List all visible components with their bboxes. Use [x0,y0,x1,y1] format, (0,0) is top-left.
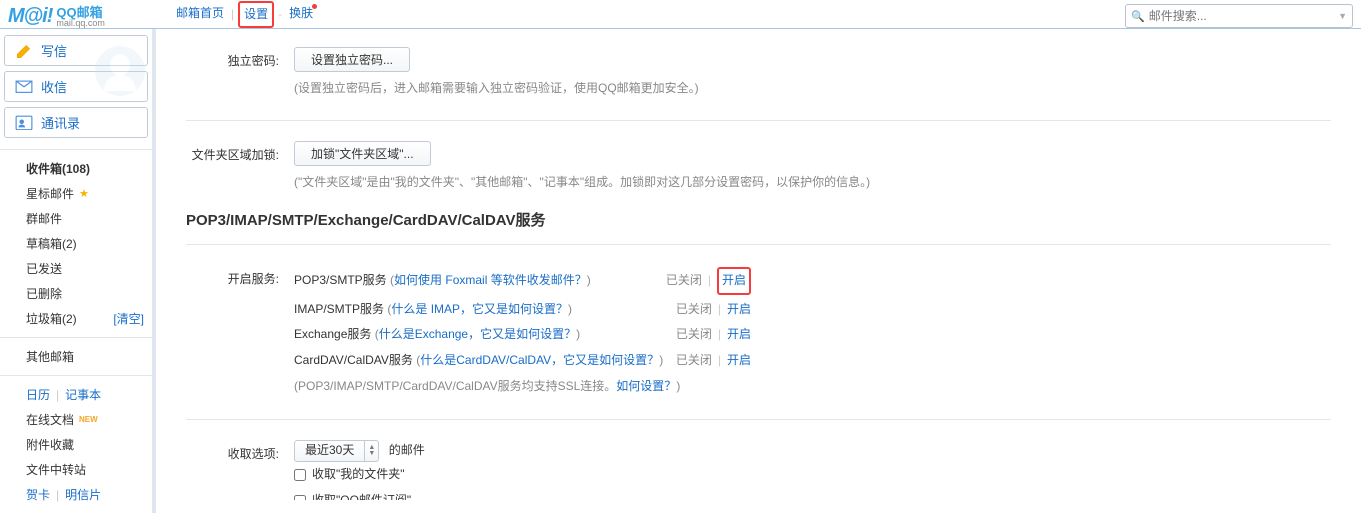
contacts-button[interactable]: 通讯录 [4,107,148,138]
sidebar-sent[interactable]: 已发送 [0,256,152,281]
nav-separator: | [231,7,234,28]
service-help-exchange[interactable]: 什么是Exchange，它又是如何设置？ [379,324,576,346]
enable-imap-link[interactable]: 开启 [727,299,751,321]
header: M@i! QQ邮箱 mail.qq.com 邮箱首页 | 设置 - 换肤 🔍 ▼ [0,0,1361,28]
sidebar-calendar[interactable]: 日历 [26,386,50,403]
logo[interactable]: M@i! QQ邮箱 mail.qq.com [8,5,173,28]
nav-settings-highlight: 设置 [238,1,274,28]
trash-empty-link[interactable]: [清空] [113,310,144,327]
sidebar-postcards[interactable]: 明信片 [65,486,101,503]
services-section-title: POP3/IMAP/SMTP/Exchange/CardDAV/CalDAV服务 [186,209,1331,230]
cb-my-folders[interactable] [294,469,306,481]
logo-subtitle: mail.qq.com [56,19,105,28]
cb-qq-subscription-label: 收取"QQ邮件订阅" [312,490,411,500]
compose-icon [15,44,33,58]
receive-icon [15,80,33,94]
enable-carddav-link[interactable]: 开启 [727,350,751,372]
sidebar-deleted[interactable]: 已删除 [0,281,152,306]
enable-services-label: 开启服务: [186,265,294,291]
nav-skin[interactable]: 换肤 [286,4,320,28]
folder-lock-label: 文件夹区域加锁: [186,141,294,167]
sidebar-starred[interactable]: 星标邮件 ★ [0,181,152,206]
ssl-note: (POP3/IMAP/SMTP/CardDAV/CalDAV服务均支持SSL连接… [294,374,1331,400]
nav-home[interactable]: 邮箱首页 [173,4,227,28]
new-badge: NEW [79,415,98,424]
search-icon: 🔍 [1131,10,1145,23]
top-nav: 邮箱首页 | 设置 - 换肤 [173,1,320,28]
service-status: 已关闭 [676,350,712,372]
nav-settings[interactable]: 设置 [244,7,268,21]
sidebar-trash-label: 垃圾箱(2) [26,310,77,327]
sidebar-starred-label: 星标邮件 [26,185,74,202]
fetch-range-value: 最近30天 [295,440,364,462]
service-row-imap: IMAP/SMTP服务 (什么是 IMAP，它又是如何设置？) 已关闭 | 开启 [294,297,1331,323]
enable-exchange-link[interactable]: 开启 [727,324,751,346]
cb-qq-subscription[interactable] [294,495,306,500]
cb-my-folders-row: 收取"我的文件夹" [294,462,1331,488]
dropdown-icon[interactable]: ▼ [1338,11,1347,21]
sidebar-attachments[interactable]: 附件收藏 [0,432,152,457]
enable-pop3-link[interactable]: 开启 [717,267,751,295]
service-status: 已关闭 [676,324,712,346]
sidebar-trash[interactable]: 垃圾箱(2) [清空] [0,306,152,331]
cb-my-folders-label: 收取"我的文件夹" [312,464,405,486]
logo-icon: M@i! [8,5,52,28]
sidebar-onlinedoc[interactable]: 在线文档 NEW [0,407,152,432]
service-list: POP3/SMTP服务 (如何使用 Foxmail 等软件收发邮件？) 已关闭 … [294,265,1331,399]
service-row-carddav: CardDAV/CalDAV服务 (什么是CardDAV/CalDAV，它又是如… [294,348,1331,374]
sidebar-notes[interactable]: 记事本 [65,386,101,403]
fetch-options-label: 收取选项: [186,440,294,466]
service-help-imap[interactable]: 什么是 IMAP，它又是如何设置？ [391,299,568,321]
fetch-range-select[interactable]: 最近30天 ▲▼ [294,440,379,462]
sidebar-relay[interactable]: 文件中转站 [0,457,152,482]
sidebar-other-mailbox[interactable]: 其他邮箱 [0,344,152,369]
sidebar-calendar-row: 日历 | 记事本 [0,382,152,407]
content-panel: 独立密码: 设置独立密码... (设置独立密码后，进入邮箱需要输入独立密码验证，… [156,29,1361,500]
lock-folder-area-button[interactable]: 加锁"文件夹区域"... [294,141,431,166]
independent-password-hint: (设置独立密码后，进入邮箱需要输入独立密码验证，使用QQ邮箱更加安全。) [294,78,1331,100]
search-box[interactable]: 🔍 ▼ [1125,4,1353,28]
service-row-pop3: POP3/SMTP服务 (如何使用 Foxmail 等软件收发邮件？) 已关闭 … [294,265,1331,297]
sidebar-cards[interactable]: 贺卡 [26,486,50,503]
set-independent-password-button[interactable]: 设置独立密码... [294,47,410,72]
sidebar-cards-row: 贺卡 | 明信片 [0,482,152,507]
service-row-exchange: Exchange服务 (什么是Exchange，它又是如何设置？) 已关闭 | … [294,322,1331,348]
sidebar-inbox[interactable]: 收件箱(108) [0,156,152,181]
compose-label: 写信 [41,41,67,60]
receive-label: 收信 [41,77,67,96]
search-input[interactable] [1149,9,1338,23]
stepper-icon: ▲▼ [364,441,378,461]
sidebar: 写信 收信 通讯录 收件箱(108) 星标邮件★ 群邮件 草稿箱(2) 已发送 … [0,29,156,500]
avatar-watermark [94,45,146,97]
sidebar-onlinedoc-label: 在线文档 [26,411,74,428]
sidebar-drafts[interactable]: 草稿箱(2) [0,231,152,256]
star-icon: ★ [79,187,89,200]
folder-lock-hint: ("文件夹区域"是由"我的文件夹"、"其他邮箱"、"记事本"组成。加锁即对这几部… [294,172,1331,194]
contacts-label: 通讯录 [41,113,80,132]
sidebar-group[interactable]: 群邮件 [0,206,152,231]
service-status: 已关闭 [676,299,712,321]
contacts-icon [15,116,33,130]
independent-password-label: 独立密码: [186,47,294,73]
service-help-pop3[interactable]: 如何使用 Foxmail 等软件收发邮件？ [394,270,587,292]
cb-qq-subscription-row: 收取"QQ邮件订阅" [294,488,1331,500]
red-dot-icon [312,4,317,9]
nav-separator: - [278,7,282,28]
service-status: 已关闭 [666,270,702,292]
ssl-howto-link[interactable]: 如何设置？ [616,379,676,393]
fetch-after-text: 的邮件 [389,443,425,457]
service-help-carddav[interactable]: 什么是CardDAV/CalDAV，它又是如何设置？ [420,350,659,372]
